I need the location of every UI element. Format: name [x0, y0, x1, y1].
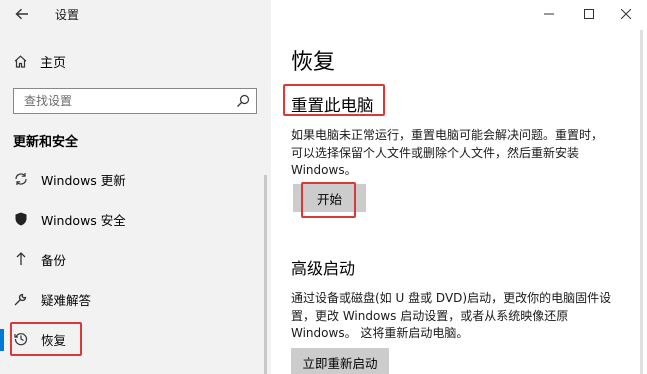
search-input[interactable] [14, 89, 230, 113]
backup-arrow-icon [13, 251, 29, 267]
sidebar-item-windows-security[interactable]: Windows 安全 [0, 203, 264, 235]
reset-description-line: Windows。 [291, 163, 357, 177]
sidebar-item-home[interactable]: 主页 [0, 46, 264, 76]
back-arrow-icon [15, 8, 28, 20]
section-title: 更新和安全 [13, 135, 79, 150]
home-icon [14, 54, 27, 68]
advanced-description: 通过设备或磁盘(如 U 盘或 DVD)启动，更改你的电脑固件设 置，更改 Win… [291, 290, 636, 343]
reset-description-line: 如果电脑未正常运行，重置电脑可能会解决问题。重置时， [291, 128, 604, 142]
sidebar-item-label: 疑难解答 [41, 292, 92, 308]
reset-description: 如果电脑未正常运行，重置电脑可能会解决问题。重置时， 可以选择保留个人文件或删除… [291, 127, 631, 180]
window-title: 设置 [55, 8, 80, 22]
advanced-description-line: Windows。 这将重新启动电脑。 [291, 326, 469, 340]
highlight-box-recovery [10, 322, 82, 356]
sidebar-item-backup[interactable]: 备份 [0, 243, 264, 275]
restart-now-button[interactable]: 立即重新启动 [291, 348, 389, 374]
advanced-startup-heading: 高级启动 [291, 259, 356, 278]
sidebar-item-label: Windows 更新 [41, 172, 126, 188]
maximize-icon [584, 9, 594, 19]
close-icon [621, 9, 631, 19]
sidebar-item-home-label: 主页 [40, 55, 67, 71]
highlight-box-start-button [301, 182, 356, 218]
content-scrollbar[interactable] [640, 30, 643, 374]
minimize-button[interactable] [530, 0, 568, 28]
reset-description-line: 可以选择保留个人文件或删除个人文件，然后重新安装 [291, 145, 580, 160]
advanced-description-line: 通过设备或磁盘(如 U 盘或 DVD)启动，更改你的电脑固件设 [291, 291, 612, 305]
sidebar-item-troubleshoot[interactable]: 疑难解答 [0, 283, 264, 315]
wrench-icon [13, 291, 29, 307]
sidebar-scrollbar[interactable] [264, 175, 267, 374]
highlight-box-reset-heading [283, 84, 385, 116]
sidebar-item-label: 备份 [41, 252, 67, 268]
close-button[interactable] [607, 0, 645, 28]
sidebar: 设置 主页 更新和安全 Windows 更新 Windows 安全 备份 疑难解… [0, 0, 271, 374]
sync-icon [13, 171, 29, 187]
maximize-button[interactable] [570, 0, 608, 28]
search-icon[interactable] [230, 89, 256, 113]
page-title: 恢复 [291, 50, 336, 75]
back-button[interactable] [11, 4, 33, 24]
search-box[interactable] [13, 88, 257, 114]
minimize-icon [544, 13, 554, 15]
sidebar-item-label: Windows 安全 [41, 212, 126, 228]
advanced-description-line: 置，更改 Windows 启动设置，或者从系统映像还原 [291, 308, 569, 323]
shield-icon [13, 211, 29, 227]
sidebar-item-windows-update[interactable]: Windows 更新 [0, 163, 264, 195]
